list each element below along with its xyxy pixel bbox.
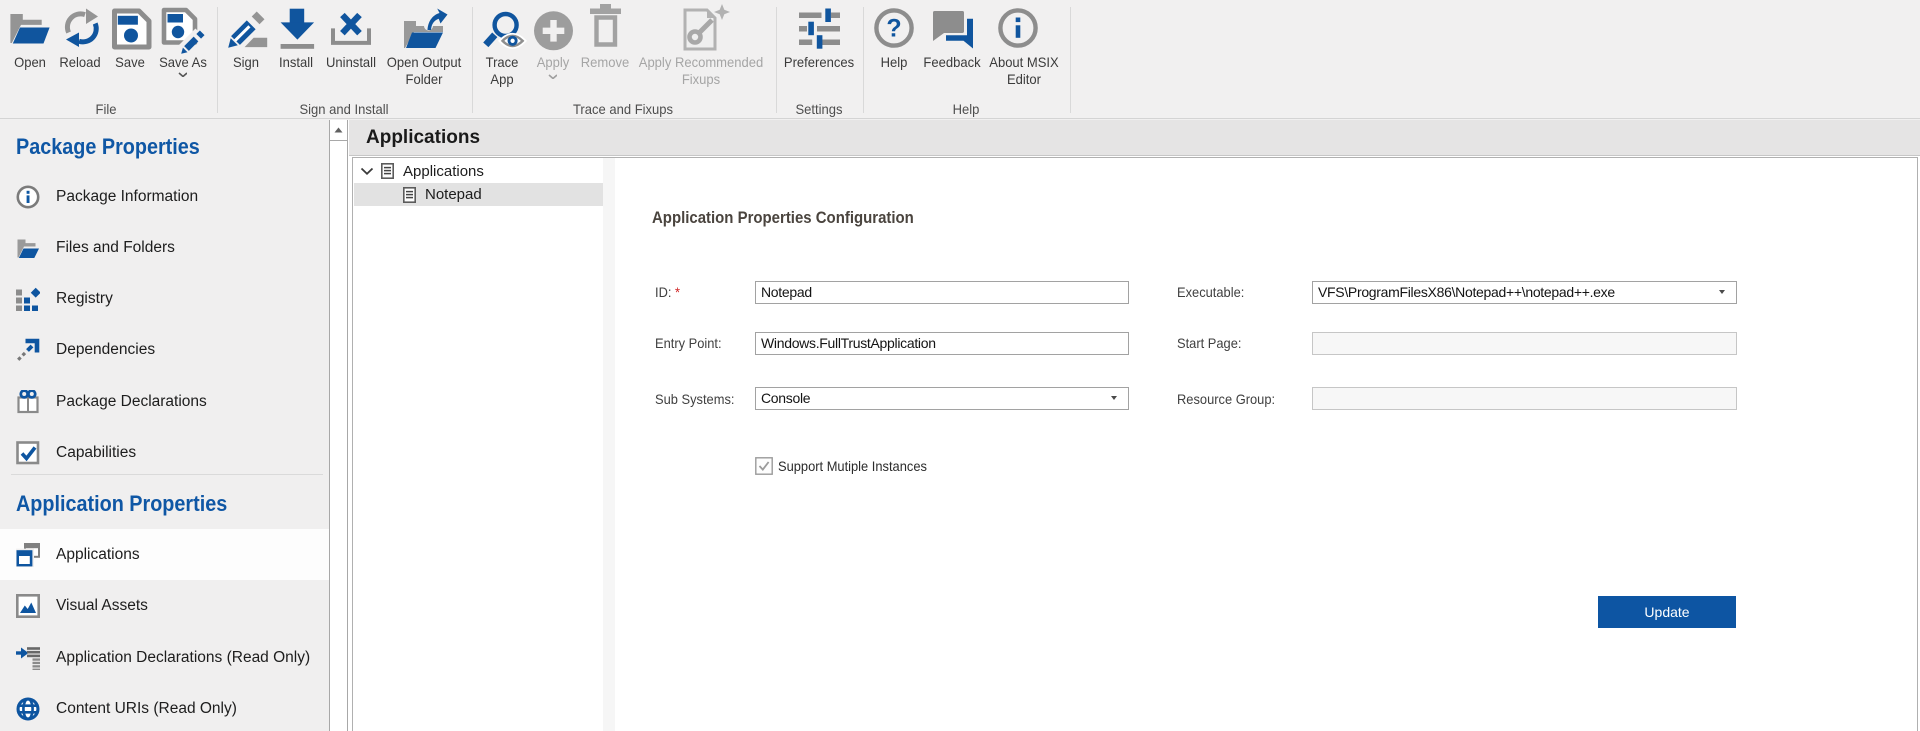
- svg-text:?: ?: [886, 15, 901, 43]
